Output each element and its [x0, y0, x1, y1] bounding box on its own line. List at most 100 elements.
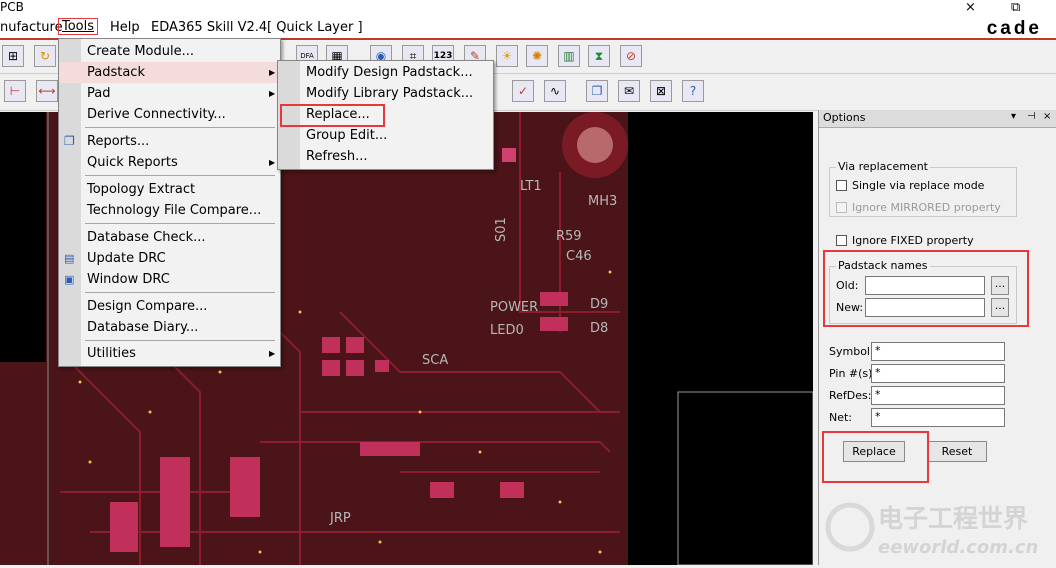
app-title: PCB [0, 0, 24, 14]
menu-help[interactable]: Help [110, 20, 140, 35]
silk-led0: LED0 [490, 323, 524, 338]
zoom-fit-icon[interactable]: ⊞ [2, 45, 24, 67]
menu-item-topology-extract[interactable]: Topology Extract [59, 179, 280, 200]
copy-icon[interactable]: ❐ [586, 80, 608, 102]
pad-strip-1 [160, 457, 190, 547]
silk-d9: D9 [590, 297, 608, 312]
symbol-input[interactable]: * [871, 342, 1005, 361]
menu-item-label: Design Compare... [87, 299, 208, 314]
menu-manufacture[interactable]: nufacture [0, 20, 63, 35]
refdes-input[interactable]: * [871, 386, 1005, 405]
spline-icon[interactable]: ∿ [544, 80, 566, 102]
stop-icon[interactable]: ⊘ [620, 45, 642, 67]
menu-item-label: Refresh... [306, 149, 368, 164]
submenu-arrow-icon: ▶ [269, 89, 276, 98]
pad-2 [346, 337, 364, 353]
board-cutout-left [0, 112, 46, 362]
pad-1 [322, 337, 340, 353]
menu-item-label: Modify Design Padstack... [306, 65, 473, 80]
menu-item-database-diary[interactable]: Database Diary... [59, 317, 280, 338]
menu-item-database-check[interactable]: Database Check... [59, 227, 280, 248]
panel-menu-icon[interactable]: ▾ [1011, 111, 1016, 122]
minimize-icon[interactable]: × [965, 0, 976, 15]
silk-mh3: MH3 [588, 194, 617, 209]
silk-s01: S01 [494, 217, 509, 242]
menu-item-pad[interactable]: Pad ▶ [59, 83, 280, 104]
menu-item-label: Topology Extract [87, 182, 196, 197]
menu-item-utilities[interactable]: Utilities ▶ [59, 343, 280, 364]
sun-icon[interactable]: ☀ [496, 45, 518, 67]
menu-item-label: Database Diary... [87, 320, 199, 335]
help-icon[interactable]: ? [682, 80, 704, 102]
menu-quick-layer[interactable]: [ Quick Layer ] [267, 20, 363, 35]
bulb-icon[interactable]: ✺ [526, 45, 548, 67]
menu-item-group-edit[interactable]: Group Edit... [278, 125, 493, 146]
watermark-en: eeworld.com.cn [878, 537, 1038, 558]
pad-7 [540, 317, 568, 331]
wire-icon[interactable]: ⟷ [36, 80, 58, 102]
menu-item-technology-file-compare[interactable]: Technology File Compare... [59, 200, 280, 221]
pad-4 [346, 360, 364, 376]
menu-tools-label: Tools [62, 19, 95, 34]
padstack-highlight-box [823, 250, 1029, 327]
ignore-fixed-checkbox[interactable] [836, 235, 847, 246]
menu-item-create-module[interactable]: Create Module... [59, 41, 280, 62]
single-via-label: Single via replace mode [852, 179, 985, 192]
panel-close-icon[interactable]: × [1043, 111, 1051, 122]
menu-item-label: Create Module... [87, 44, 194, 59]
menu-item-refresh[interactable]: Refresh... [278, 146, 493, 167]
ignore-mirrored-checkbox[interactable] [836, 202, 847, 213]
menu-item-label: Modify Library Padstack... [306, 86, 474, 101]
restore-icon[interactable]: ⧉ [1011, 0, 1020, 15]
single-via-checkbox[interactable] [836, 180, 847, 191]
ignore-mirrored-label: Ignore MIRRORED property [852, 201, 1001, 214]
menu-item-label: Technology File Compare... [87, 203, 262, 218]
bars-icon[interactable]: ▥ [558, 45, 580, 67]
silk-r59: R59 [556, 229, 582, 244]
menu-eda365-skill[interactable]: EDA365 Skill V2.4 [151, 20, 267, 35]
connect-icon[interactable]: ⊢ [4, 80, 26, 102]
menu-item-label: Utilities [87, 346, 136, 361]
menu-item-modify-design-padstack[interactable]: Modify Design Padstack... [278, 62, 493, 83]
pin-label: Pin #(s): [829, 367, 877, 380]
replace-menu-highlight-box [280, 104, 385, 127]
menu-item-modify-library-padstack[interactable]: Modify Library Padstack... [278, 83, 493, 104]
menu-bar: nufacture Tools Help EDA365 Skill V2.4 [… [0, 18, 1056, 40]
menu-item-padstack[interactable]: Padstack ▶ [59, 62, 280, 83]
menu-item-quick-reports[interactable]: Quick Reports ▶ [59, 152, 280, 173]
net-input[interactable]: * [871, 408, 1005, 427]
silk-d8: D8 [590, 321, 608, 336]
refdes-label: RefDes: [829, 389, 872, 402]
silk-c46: C46 [566, 249, 592, 264]
pin-input[interactable]: * [871, 364, 1005, 383]
envelope-icon[interactable]: ⊠ [650, 80, 672, 102]
board-cutout-right [628, 112, 813, 565]
ignore-fixed-label: Ignore FIXED property [852, 234, 974, 247]
menu-item-label: Update DRC [87, 251, 166, 266]
mounting-hole [577, 127, 613, 163]
replace-highlight-box [822, 431, 929, 483]
dfa-icon-label: DFA [300, 52, 314, 60]
menu-item-label: Padstack [87, 65, 145, 80]
hourglass-icon[interactable]: ⧗ [588, 45, 610, 67]
menu-item-update-drc[interactable]: ▤ Update DRC [59, 248, 280, 269]
panel-pin-icon[interactable]: ⊣ [1027, 111, 1036, 122]
menu-item-reports[interactable]: ❐ Reports... [59, 131, 280, 152]
submenu-arrow-icon: ▶ [269, 349, 276, 358]
menu-item-design-compare[interactable]: Design Compare... [59, 296, 280, 317]
net-label: Net: [829, 411, 853, 424]
menu-item-window-drc[interactable]: ▣ Window DRC [59, 269, 280, 290]
watermark: 电子工程世界 eeworld.com.cn [820, 495, 1056, 565]
options-title: Options [823, 111, 866, 124]
pad-9 [430, 482, 454, 498]
mail-icon[interactable]: ✉ [618, 80, 640, 102]
menu-separator [85, 292, 275, 293]
pad-strip-2 [230, 457, 260, 517]
menu-tools[interactable]: Tools [58, 18, 99, 35]
silk-power: POWER [490, 300, 538, 315]
check-icon[interactable]: ✓ [512, 80, 534, 102]
menu-separator [85, 340, 275, 341]
redo-icon[interactable]: ↻ [34, 45, 56, 67]
reset-button[interactable]: Reset [927, 441, 987, 462]
menu-item-derive-connectivity[interactable]: Derive Connectivity... [59, 104, 280, 125]
